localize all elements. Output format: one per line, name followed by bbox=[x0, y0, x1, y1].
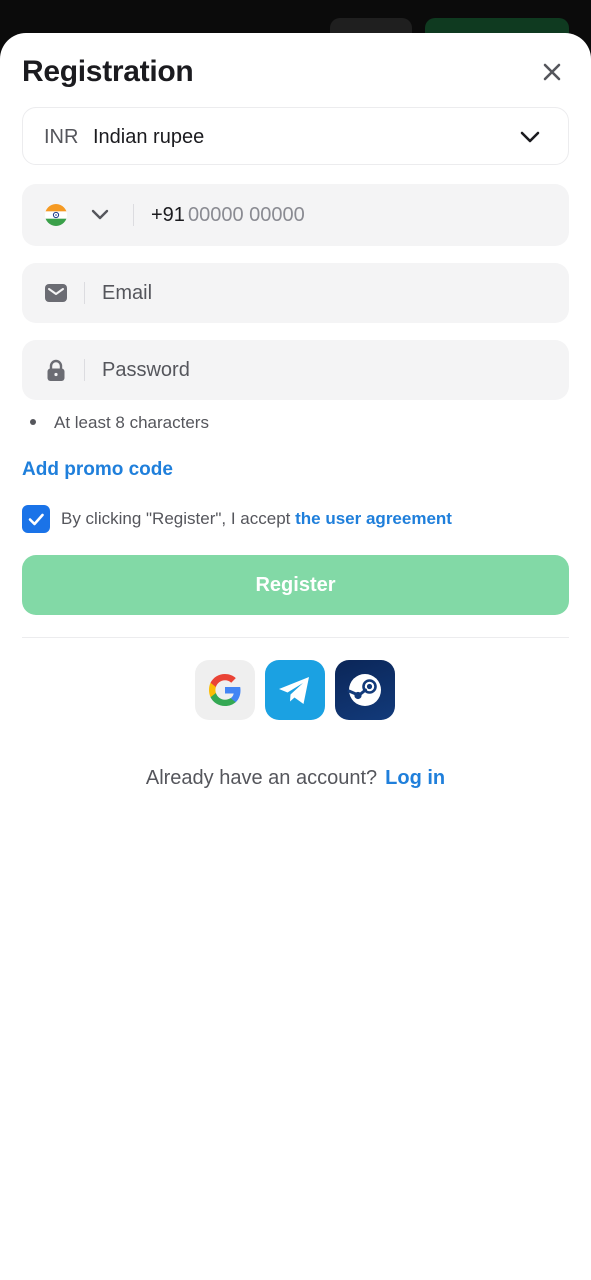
close-icon bbox=[543, 63, 561, 81]
mail-icon bbox=[45, 284, 67, 302]
close-button[interactable] bbox=[537, 57, 567, 87]
phone-input[interactable]: 00000 00000 bbox=[188, 204, 305, 227]
steam-login-button[interactable] bbox=[335, 660, 395, 720]
google-login-button[interactable] bbox=[195, 660, 255, 720]
bullet-icon bbox=[30, 418, 36, 425]
currency-name: Indian rupee bbox=[93, 126, 205, 148]
india-flag-icon[interactable] bbox=[45, 204, 67, 226]
page-title: Registration bbox=[22, 55, 194, 88]
google-icon bbox=[209, 674, 241, 706]
password-input[interactable]: Password bbox=[102, 359, 190, 382]
agreement-text: By clicking "Register", I accept the use… bbox=[61, 509, 452, 529]
agreement-checkbox[interactable] bbox=[22, 505, 50, 533]
user-agreement-link[interactable]: the user agreement bbox=[295, 509, 452, 528]
divider bbox=[84, 282, 85, 304]
divider bbox=[84, 359, 85, 381]
password-field[interactable]: Password bbox=[22, 340, 569, 400]
agreement-label: By clicking "Register", I accept bbox=[61, 509, 291, 528]
login-link[interactable]: Log in bbox=[385, 767, 445, 789]
check-icon bbox=[28, 513, 44, 526]
phone-prefix: +91 bbox=[151, 204, 185, 226]
register-button[interactable]: Register bbox=[22, 555, 569, 615]
telegram-login-button[interactable] bbox=[265, 660, 325, 720]
phone-field: +91 00000 00000 bbox=[22, 184, 569, 246]
lock-icon bbox=[47, 359, 65, 381]
steam-icon bbox=[347, 674, 381, 706]
chevron-down-icon[interactable] bbox=[90, 205, 110, 225]
registration-sheet: Registration INR Indian rupee +91 00000 … bbox=[0, 33, 591, 1280]
telegram-icon bbox=[279, 677, 309, 704]
password-hint-text: At least 8 characters bbox=[54, 413, 209, 432]
login-prompt-row: Already have an account? Log in bbox=[0, 767, 591, 790]
add-promo-code-link[interactable]: Add promo code bbox=[22, 459, 173, 481]
email-field[interactable]: Email bbox=[22, 263, 569, 323]
currency-select[interactable]: INR Indian rupee bbox=[22, 107, 569, 165]
currency-code: INR bbox=[44, 126, 79, 148]
divider bbox=[22, 637, 569, 638]
divider bbox=[133, 204, 134, 226]
login-prompt: Already have an account? bbox=[145, 767, 378, 789]
password-hint: At least 8 characters bbox=[30, 413, 209, 433]
email-input[interactable]: Email bbox=[102, 282, 152, 305]
chevron-down-icon bbox=[520, 131, 540, 143]
